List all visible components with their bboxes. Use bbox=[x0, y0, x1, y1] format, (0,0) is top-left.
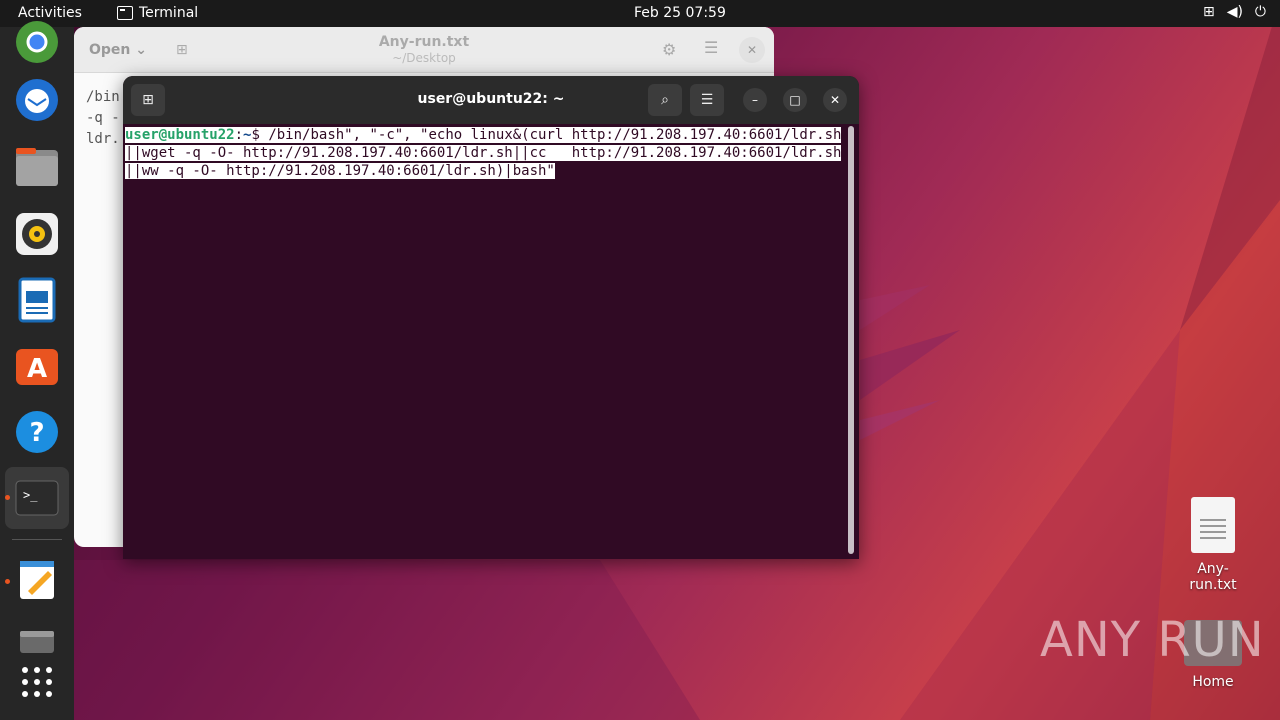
terminal-dock-icon[interactable]: >_ bbox=[14, 475, 60, 521]
app-center-icon[interactable]: A bbox=[14, 343, 60, 389]
terminal-icon bbox=[117, 6, 133, 20]
prompt-symbol: $ bbox=[251, 127, 269, 143]
editor-line: ldr. bbox=[86, 131, 120, 147]
scrollbar[interactable] bbox=[848, 126, 854, 554]
network-icon: ⊞ bbox=[1202, 4, 1215, 20]
menu-icon: ☰ bbox=[700, 92, 714, 108]
maximize-icon[interactable]: □ bbox=[783, 88, 807, 112]
dock: A ? >_ bbox=[0, 21, 74, 720]
terminal-window: ⊞ user@ubuntu22: ~ ⌕ ☰ – □ ✕ user@ubuntu… bbox=[123, 76, 859, 559]
editor-line: /bin bbox=[86, 89, 120, 105]
running-indicator bbox=[5, 495, 10, 500]
search-icon: ⌕ bbox=[661, 92, 669, 108]
volume-icon: ◀) bbox=[1226, 4, 1243, 20]
desktop-file-label: Any-run.txt bbox=[1189, 561, 1237, 593]
show-apps-icon[interactable] bbox=[14, 659, 60, 705]
close-icon[interactable]: ✕ bbox=[823, 88, 847, 112]
editor-line: -q - bbox=[86, 110, 120, 126]
text-editor-icon[interactable] bbox=[14, 557, 60, 603]
dock-separator bbox=[12, 539, 62, 540]
system-tray[interactable]: ⊞ ◀) ⏻ bbox=[1203, 4, 1266, 20]
files-icon[interactable] bbox=[14, 144, 60, 190]
close-icon[interactable]: ✕ bbox=[739, 37, 765, 63]
desktop-file-icon[interactable]: Any-run.txt bbox=[1175, 497, 1251, 593]
gear-icon[interactable]: ⚙ bbox=[662, 40, 676, 59]
menu-button[interactable]: ☰ bbox=[690, 84, 724, 116]
svg-text:?: ? bbox=[29, 418, 44, 448]
libreoffice-writer-icon[interactable] bbox=[14, 277, 60, 323]
editor-content[interactable]: /bin -q - ldr. bbox=[86, 87, 120, 150]
terminal-output[interactable]: user@ubuntu22:~$ /bin/bash", "-c", "echo… bbox=[125, 126, 847, 180]
watermark: ANY RUN bbox=[1040, 612, 1265, 668]
thunderbird-icon[interactable] bbox=[14, 77, 60, 123]
rhythmbox-icon[interactable] bbox=[14, 211, 60, 257]
text-file-icon bbox=[1191, 497, 1235, 553]
running-indicator bbox=[5, 579, 10, 584]
prompt-separator: : bbox=[234, 127, 244, 143]
clock[interactable]: Feb 25 07:59 bbox=[634, 5, 726, 21]
menu-icon[interactable]: ☰ bbox=[704, 38, 718, 57]
power-icon: ⏻ bbox=[1254, 4, 1266, 20]
minimize-icon[interactable]: – bbox=[743, 88, 767, 112]
app-name: Terminal bbox=[139, 5, 199, 21]
terminal-titlebar: ⊞ user@ubuntu22: ~ ⌕ ☰ – □ ✕ bbox=[123, 76, 859, 124]
prompt-user: user@ubuntu22 bbox=[125, 127, 235, 143]
desktop-home-label: Home bbox=[1192, 674, 1234, 690]
top-bar: Activities Terminal Feb 25 07:59 ⊞ ◀) ⏻ bbox=[0, 0, 1280, 27]
search-button[interactable]: ⌕ bbox=[648, 84, 682, 116]
help-icon[interactable]: ? bbox=[14, 409, 60, 455]
app-menu[interactable]: Terminal bbox=[117, 5, 198, 21]
svg-text:>_: >_ bbox=[23, 488, 38, 502]
editor-header: Open ⌄ ⊞ Any-run.txt ~/Desktop ⚙ ☰ ✕ bbox=[74, 27, 774, 73]
svg-text:A: A bbox=[27, 354, 47, 384]
chrome-icon[interactable] bbox=[14, 19, 60, 65]
